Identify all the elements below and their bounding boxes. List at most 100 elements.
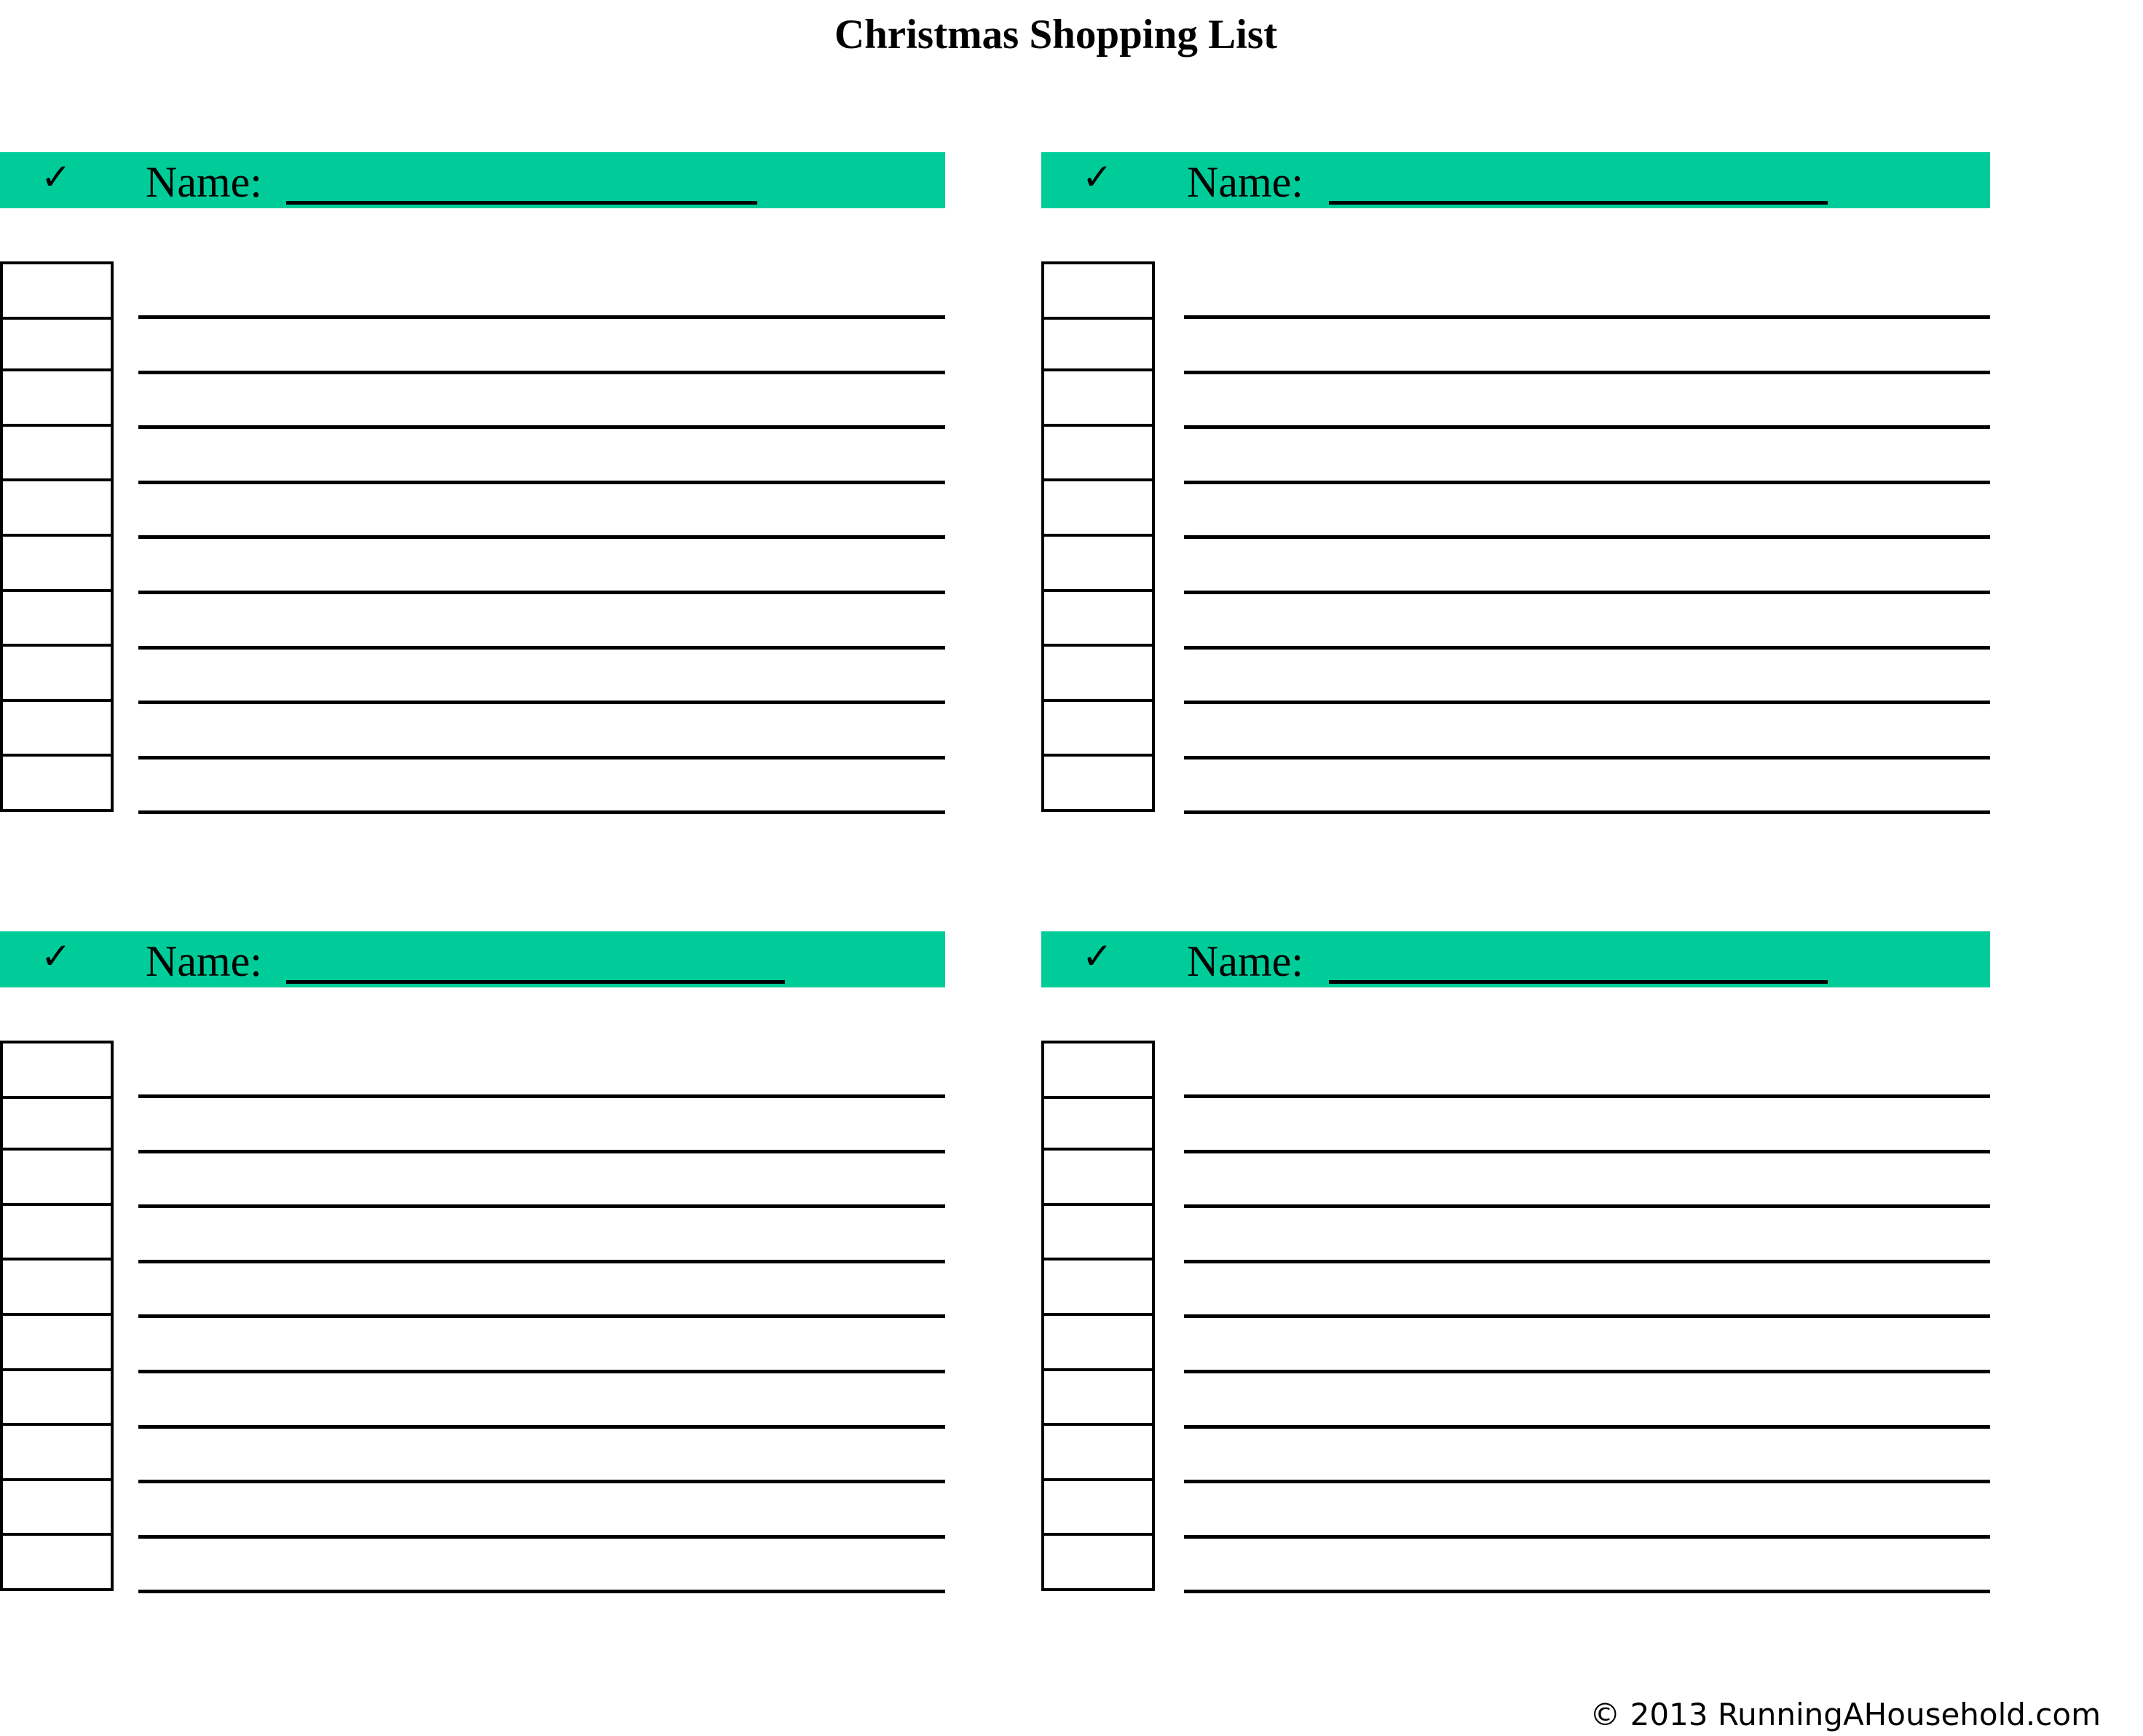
list-item — [1041, 1095, 1990, 1153]
item-checkbox[interactable] — [1041, 1260, 1155, 1316]
list-item — [0, 1316, 945, 1373]
name-label: Name: — [1187, 158, 1303, 206]
check-mark-icon: ✓ — [1082, 935, 1113, 977]
list-item — [0, 537, 945, 594]
list-item — [0, 1536, 945, 1594]
list-item — [1041, 261, 1990, 320]
item-entry-line[interactable] — [138, 810, 945, 815]
item-checkbox[interactable] — [1041, 316, 1155, 372]
list-item — [1041, 426, 1990, 484]
item-checkbox[interactable] — [0, 371, 114, 427]
list-item — [1041, 647, 1990, 705]
item-checkbox[interactable] — [0, 1370, 114, 1427]
list-header-band: ✓ Name: — [1041, 152, 1990, 208]
list-header-band: ✓ Name: — [0, 931, 945, 987]
item-checkbox[interactable] — [0, 701, 114, 757]
list-item — [0, 1260, 945, 1319]
item-checkbox[interactable] — [1041, 537, 1155, 592]
list-item — [0, 481, 945, 540]
list-header-band: ✓ Name: — [0, 152, 945, 208]
item-entry-line[interactable] — [138, 1590, 945, 1594]
item-checkbox[interactable] — [0, 1480, 114, 1536]
list-item — [0, 1480, 945, 1539]
item-checkbox[interactable] — [0, 481, 114, 537]
check-mark-icon: ✓ — [41, 156, 71, 198]
list-item — [0, 261, 945, 320]
list-item — [0, 757, 945, 815]
item-checkbox[interactable] — [0, 261, 114, 320]
list-header-band: ✓ Name: — [1041, 931, 1990, 987]
item-checkbox[interactable] — [1041, 1536, 1155, 1591]
name-underline[interactable] — [286, 201, 757, 205]
item-checkbox[interactable] — [1041, 261, 1155, 320]
item-checkbox[interactable] — [0, 1316, 114, 1371]
item-checkbox[interactable] — [0, 1260, 114, 1316]
item-checkbox[interactable] — [1041, 481, 1155, 537]
item-checkbox[interactable] — [0, 1151, 114, 1206]
copyright-footer: © 2013 RunningAHousehold.com — [1590, 1697, 2101, 1732]
item-checkbox[interactable] — [1041, 1316, 1155, 1371]
item-checkbox[interactable] — [0, 1426, 114, 1481]
item-checkbox[interactable] — [1041, 1205, 1155, 1261]
name-label: Name: — [1187, 937, 1303, 985]
list-item — [1041, 537, 1990, 594]
list-item — [0, 647, 945, 705]
item-entry-line[interactable] — [1184, 1590, 1990, 1594]
item-checkbox[interactable] — [1041, 647, 1155, 702]
item-checkbox[interactable] — [1041, 1151, 1155, 1206]
name-underline[interactable] — [1329, 201, 1828, 205]
list-item — [0, 316, 945, 374]
page-title: Christmas Shopping List — [834, 12, 1278, 58]
item-checkbox[interactable] — [1041, 1480, 1155, 1536]
item-checkbox[interactable] — [1041, 1041, 1155, 1099]
item-checkbox[interactable] — [0, 537, 114, 592]
list-item — [1041, 1536, 1990, 1594]
list-item — [0, 1151, 945, 1209]
list-item — [1041, 1370, 1990, 1429]
item-checkbox[interactable] — [0, 1536, 114, 1591]
item-checkbox[interactable] — [1041, 591, 1155, 647]
list-item — [0, 1370, 945, 1429]
item-checkbox[interactable] — [1041, 371, 1155, 427]
list-item — [1041, 1041, 1990, 1099]
list-item — [0, 701, 945, 760]
list-item — [1041, 371, 1990, 430]
list-item — [1041, 701, 1990, 760]
item-checkbox[interactable] — [0, 591, 114, 647]
item-checkbox[interactable] — [1041, 426, 1155, 482]
name-underline[interactable] — [286, 980, 785, 984]
list-item — [1041, 1205, 1990, 1263]
name-label: Name: — [146, 937, 262, 985]
item-checkbox[interactable] — [0, 757, 114, 812]
list-item — [1041, 757, 1990, 815]
list-item — [1041, 1316, 1990, 1373]
list-item — [0, 1041, 945, 1099]
item-checkbox[interactable] — [1041, 1370, 1155, 1427]
list-item — [0, 1205, 945, 1263]
item-checkbox[interactable] — [0, 1095, 114, 1151]
list-item — [0, 1426, 945, 1484]
item-entry-line[interactable] — [1184, 810, 1990, 815]
list-item — [1041, 1426, 1990, 1484]
list-item — [0, 591, 945, 650]
list-item — [1041, 591, 1990, 650]
list-item — [1041, 1480, 1990, 1539]
name-label: Name: — [146, 158, 262, 206]
item-checkbox[interactable] — [0, 647, 114, 702]
name-underline[interactable] — [1329, 980, 1828, 984]
item-checkbox[interactable] — [0, 1205, 114, 1261]
list-item — [1041, 481, 1990, 540]
check-mark-icon: ✓ — [41, 935, 71, 977]
item-checkbox[interactable] — [1041, 757, 1155, 812]
item-checkbox[interactable] — [1041, 1095, 1155, 1151]
item-checkbox[interactable] — [0, 426, 114, 482]
item-checkbox[interactable] — [1041, 1426, 1155, 1481]
list-item — [0, 1095, 945, 1153]
item-checkbox[interactable] — [1041, 701, 1155, 757]
list-item — [1041, 1151, 1990, 1209]
list-item — [1041, 316, 1990, 374]
list-item — [0, 371, 945, 430]
list-item — [0, 426, 945, 484]
item-checkbox[interactable] — [0, 1041, 114, 1099]
item-checkbox[interactable] — [0, 316, 114, 372]
